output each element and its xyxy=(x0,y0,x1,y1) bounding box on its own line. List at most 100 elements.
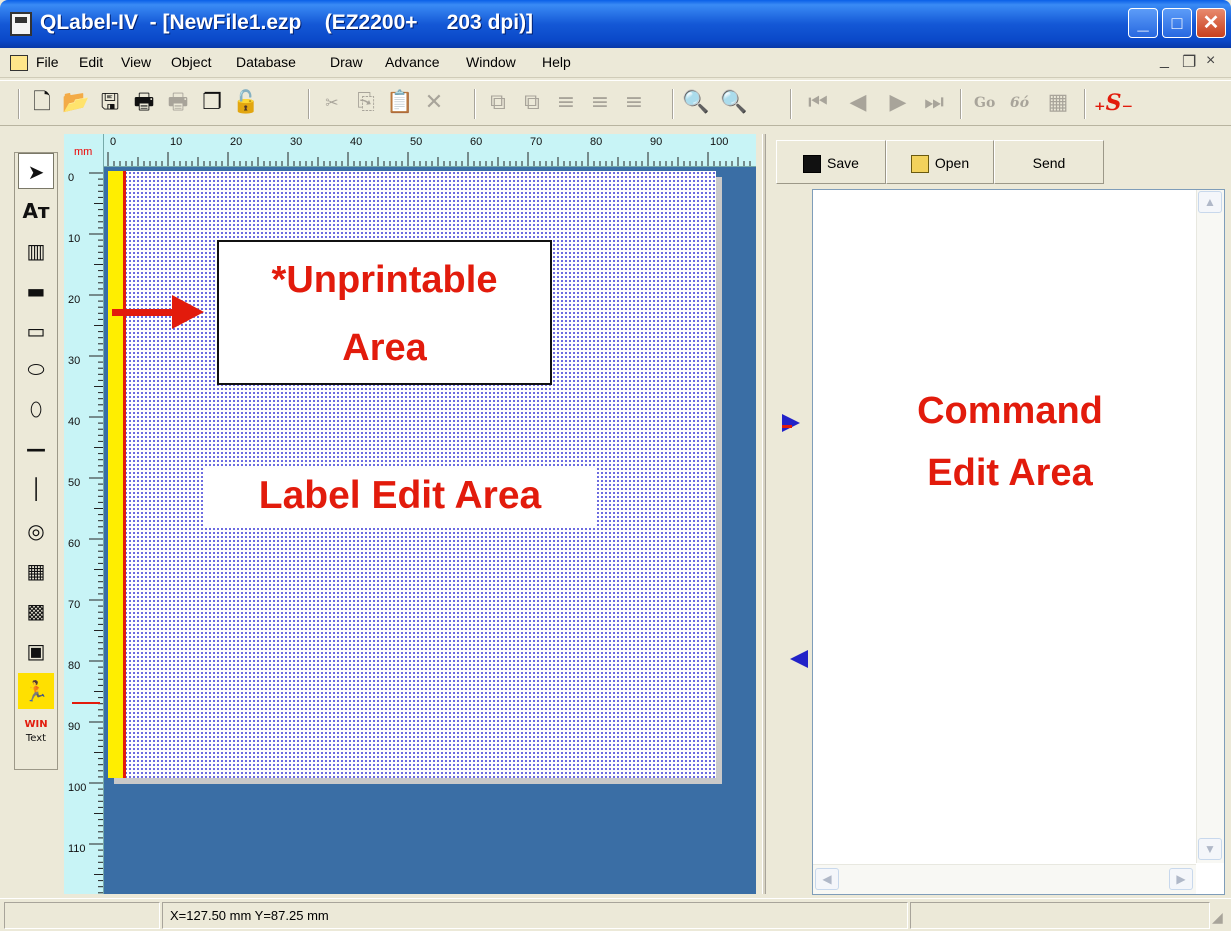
maximize-button[interactable]: □ xyxy=(1162,8,1192,38)
zoom-out-icon[interactable]: 🔍 xyxy=(682,89,710,117)
ruler-left-label: 80 xyxy=(68,660,81,672)
toolbar-separator xyxy=(1084,89,1086,119)
command-save-button[interactable]: Save xyxy=(776,140,886,184)
qrcode-icon[interactable]: ▣ xyxy=(18,633,54,669)
previous-record-icon[interactable]: ◀ xyxy=(844,89,872,117)
ruler-top-label: 100 xyxy=(710,136,729,148)
print-icon[interactable]: 🖶 xyxy=(130,89,158,117)
select-pointer-icon[interactable]: ➤ xyxy=(18,153,54,189)
filled-rectangle-icon[interactable]: ▬ xyxy=(18,273,54,309)
horizontal-line-icon[interactable]: — xyxy=(18,431,54,467)
minimize-button[interactable]: _ xyxy=(1128,8,1158,38)
glasses-icon[interactable]: 6ó xyxy=(1010,95,1029,111)
image-tool-icon[interactable]: 🏃 xyxy=(18,673,54,709)
align-center-icon[interactable]: ≡ xyxy=(586,89,614,117)
ruler-left-label: 50 xyxy=(68,477,81,489)
scroll-left-icon[interactable]: ◀ xyxy=(815,868,839,890)
last-record-icon[interactable]: ⏭ xyxy=(920,89,948,117)
annotation-arrow-head xyxy=(172,295,204,329)
ruler-left-label: 20 xyxy=(68,294,81,306)
menu-edit[interactable]: Edit xyxy=(79,54,103,70)
horizontal-ruler: 0 10 20 30 40 50 60 70 80 90 100 xyxy=(104,134,756,167)
cut-icon[interactable]: ✂ xyxy=(318,89,346,117)
maxicode-icon[interactable]: ◎ xyxy=(18,513,54,549)
menu-view[interactable]: View xyxy=(121,54,151,70)
rectangle-icon[interactable]: ▭ xyxy=(18,313,54,349)
command-open-button[interactable]: Open xyxy=(886,140,994,184)
transfer-arrow-column xyxy=(770,186,810,894)
menu-database[interactable]: Database xyxy=(236,54,296,70)
ellipse-icon[interactable]: ⬯ xyxy=(18,391,54,427)
send-back-icon[interactable]: ⧉ xyxy=(518,89,546,117)
bring-front-icon[interactable]: ⧉ xyxy=(484,89,512,117)
delete-icon[interactable]: ✕ xyxy=(420,89,448,117)
go-icon[interactable]: Go xyxy=(974,95,995,111)
horizontal-scrollbar[interactable]: ◀ ▶ xyxy=(813,864,1196,894)
ruler-left-label: 100 xyxy=(68,782,87,794)
copy-icon[interactable]: ⎘ xyxy=(352,89,380,117)
close-button[interactable]: ✕ xyxy=(1196,8,1226,38)
rounded-rectangle-icon[interactable]: ⬭ xyxy=(18,351,54,387)
ruler-left-label: 70 xyxy=(68,599,81,611)
ruler-top-label: 70 xyxy=(530,136,543,148)
command-open-label: Open xyxy=(934,155,970,171)
serial-icon[interactable]: ₊S₋ xyxy=(1094,89,1133,117)
ruler-top-label: 30 xyxy=(290,136,303,148)
pdf417-icon[interactable]: ▦ xyxy=(18,553,54,589)
zoom-in-icon[interactable]: 🔍 xyxy=(720,89,748,117)
paste-icon[interactable]: 📋 xyxy=(386,89,414,117)
command-send-button[interactable]: Send xyxy=(994,140,1104,184)
vertical-scrollbar[interactable]: ▲ ▼ xyxy=(1196,190,1224,863)
document-menu-icon[interactable] xyxy=(10,55,28,71)
command-edit-textarea[interactable] xyxy=(812,189,1225,895)
align-left-icon[interactable]: ≡ xyxy=(552,89,580,117)
app-icon[interactable] xyxy=(10,12,32,36)
datamatrix-icon[interactable]: ▩ xyxy=(18,593,54,629)
open-folder-icon xyxy=(910,155,929,174)
send-to-label-arrow-icon[interactable] xyxy=(790,650,808,668)
toolbar-separator xyxy=(308,89,310,119)
ruler-unit[interactable]: mm xyxy=(74,146,92,158)
scroll-down-icon[interactable]: ▼ xyxy=(1198,838,1222,860)
first-record-icon[interactable]: ⏮ xyxy=(804,89,832,117)
mdi-restore-button[interactable]: ❐ xyxy=(1182,52,1196,72)
scroll-right-icon[interactable]: ▶ xyxy=(1169,868,1193,890)
toolbar-separator xyxy=(790,89,792,119)
unlock-icon[interactable]: 🔓 xyxy=(232,89,260,117)
menu-help[interactable]: Help xyxy=(542,54,571,70)
command-edit-area-callout: Command Edit Area xyxy=(860,380,1160,504)
menu-draw[interactable]: Draw xyxy=(330,54,363,70)
open-folder-icon[interactable]: 📂 xyxy=(62,89,90,117)
windows-text-icon[interactable]: WIN Text xyxy=(18,713,54,749)
ruler-top-label: 50 xyxy=(410,136,423,148)
ruler-left-label: 110 xyxy=(68,843,86,855)
align-right-icon[interactable]: ≡ xyxy=(620,89,648,117)
print-preview-icon[interactable]: 🖶 xyxy=(164,89,192,117)
menu-advance[interactable]: Advance xyxy=(385,54,439,70)
toolbar-separator xyxy=(960,89,962,119)
send-to-command-arrow-icon[interactable] xyxy=(782,414,800,432)
menu-object[interactable]: Object xyxy=(171,54,211,70)
status-bar: X=127.50 mm Y=87.25 mm ◢ xyxy=(0,898,1231,931)
vertical-line-icon[interactable]: │ xyxy=(18,471,54,507)
ruler-top-label: 40 xyxy=(350,136,363,148)
ruler-left-label: 90 xyxy=(68,721,81,733)
mdi-minimize-button[interactable]: _ xyxy=(1160,52,1169,70)
mdi-close-button[interactable]: × xyxy=(1206,52,1215,70)
resize-grip-icon[interactable]: ◢ xyxy=(1212,909,1223,926)
toolbar-separator xyxy=(672,89,674,119)
copy-pages-icon[interactable]: ❐ xyxy=(198,89,226,117)
barcode-tool-icon[interactable]: ▥ xyxy=(18,233,54,269)
new-file-icon[interactable]: 🗋 xyxy=(28,89,56,117)
annotation-arrow xyxy=(112,309,174,316)
save-disk-icon[interactable]: 🖫 xyxy=(96,89,124,117)
next-record-icon[interactable]: ▶ xyxy=(884,89,912,117)
scroll-up-icon[interactable]: ▲ xyxy=(1198,191,1222,213)
panel-splitter[interactable] xyxy=(762,134,766,894)
text-tool-icon[interactable]: Aᴛ xyxy=(18,193,54,229)
ruler-left-label: 10 xyxy=(68,233,81,245)
ruler-left-label: 30 xyxy=(68,355,81,367)
menu-window[interactable]: Window xyxy=(466,54,516,70)
menu-file[interactable]: File xyxy=(36,54,59,70)
calendar-icon[interactable]: ▦ xyxy=(1044,89,1072,117)
